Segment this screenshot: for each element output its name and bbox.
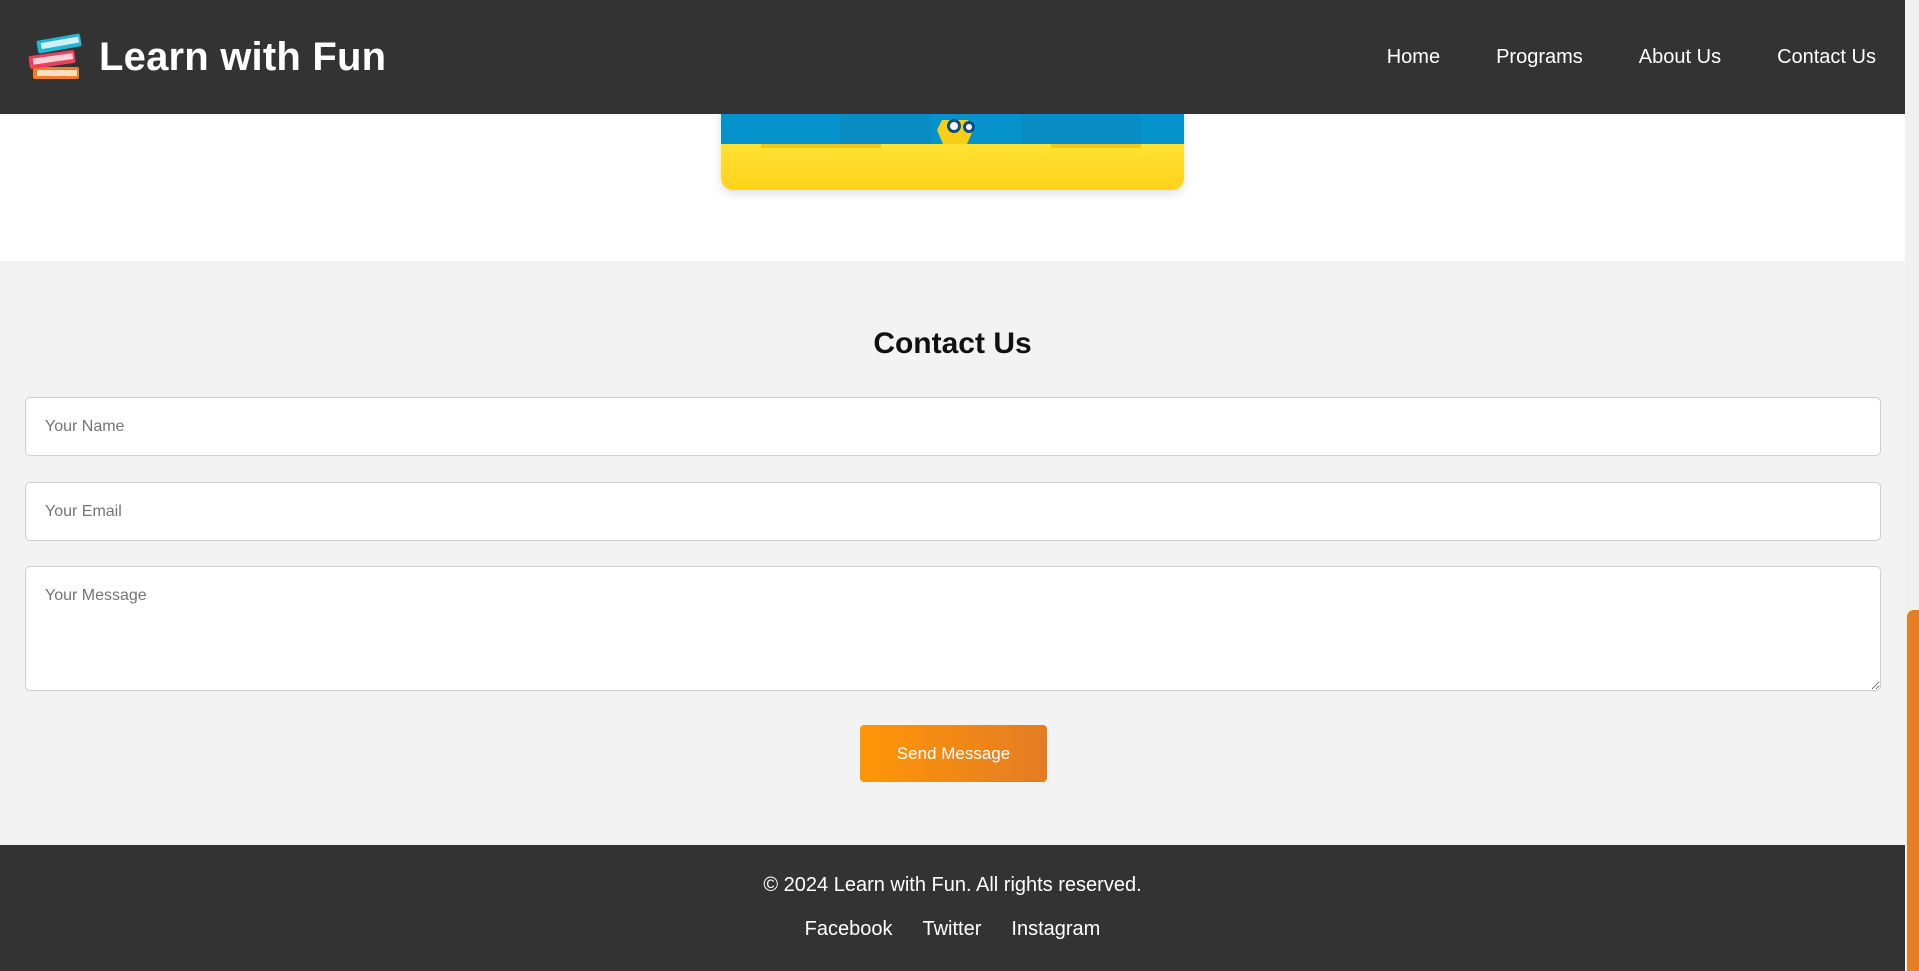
message-field[interactable] [25,566,1881,691]
facebook-link[interactable]: Facebook [805,918,893,941]
site-footer: © 2024 Learn with Fun. All rights reserv… [0,845,1905,971]
email-field[interactable] [25,482,1881,541]
twitter-link[interactable]: Twitter [923,918,982,941]
stacked-books-icon [28,33,82,79]
social-links: Facebook Twitter Instagram [0,918,1905,941]
page-scrollbar[interactable] [1905,0,1919,971]
site-title: Learn with Fun [99,34,387,79]
send-message-button[interactable]: Send Message [860,725,1047,782]
contact-title: Contact Us [873,327,1032,360]
scrollbar-thumb[interactable] [1907,610,1919,971]
nav-contact-us[interactable]: Contact Us [1777,46,1876,69]
name-field[interactable] [25,397,1881,456]
page: Learn with Fun Home Programs About Us Co… [0,0,1905,971]
contact-section: Contact Us Send Message [0,261,1905,845]
brand[interactable]: Learn with Fun [27,27,386,87]
main-nav: Home Programs About Us Contact Us [1387,46,1876,69]
instagram-link[interactable]: Instagram [1011,918,1100,941]
viewport: Learn with Fun Home Programs About Us Co… [0,0,1919,971]
nav-home[interactable]: Home [1387,46,1440,69]
nav-programs[interactable]: Programs [1496,46,1583,69]
site-header: Learn with Fun Home Programs About Us Co… [0,0,1905,114]
nav-about-us[interactable]: About Us [1639,46,1721,69]
copyright-text: © 2024 Learn with Fun. All rights reserv… [763,874,1142,896]
